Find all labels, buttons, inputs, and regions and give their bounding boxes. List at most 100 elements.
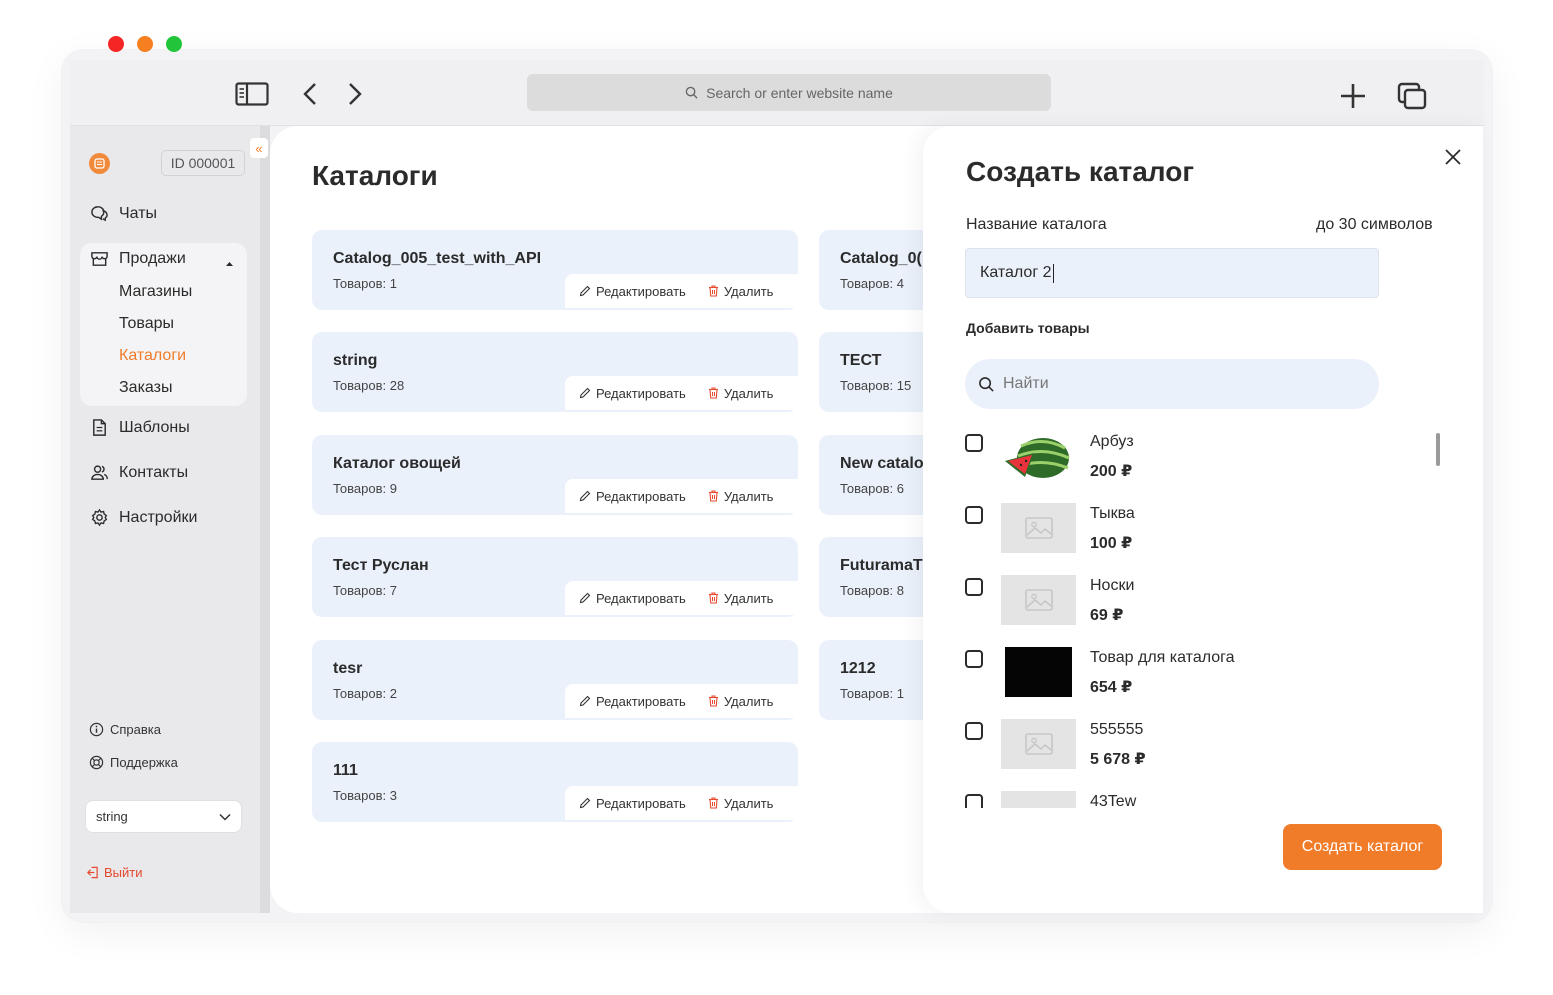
catalog-name: ТЕСТ <box>840 352 882 369</box>
product-item[interactable]: 43Tew <box>960 785 1430 808</box>
close-window-button[interactable] <box>108 36 124 52</box>
watermelon-image <box>1001 431 1076 481</box>
catalog-count: Товаров: 1 <box>333 276 397 291</box>
back-icon[interactable] <box>298 80 322 108</box>
product-item[interactable]: Арбуз 200 ₽ <box>960 425 1430 495</box>
catalog-card[interactable]: tesr Товаров: 2 Редактировать Удалить <box>312 640 798 720</box>
catalog-name-label: Название каталога <box>966 216 1107 233</box>
catalog-name-value: Каталог 2 <box>980 264 1052 281</box>
image-placeholder-icon <box>1001 575 1076 625</box>
catalog-card[interactable]: 111 Товаров: 3 Редактировать Удалить <box>312 742 798 822</box>
sidebar-item-label: Продажи <box>119 249 186 267</box>
account-id-badge: ID 000001 <box>161 150 245 176</box>
product-checkbox[interactable] <box>965 434 983 452</box>
sidebar-sub-shops[interactable]: Магазины <box>119 283 192 301</box>
product-item[interactable]: 555555 5 678 ₽ <box>960 713 1430 783</box>
caret-up-icon[interactable] <box>225 254 234 272</box>
sidebar-sub-catalogs[interactable]: Каталоги <box>119 347 186 365</box>
catalog-name: 111 <box>333 762 358 779</box>
catalog-card[interactable]: Каталог овощей Товаров: 9 Редактировать … <box>312 435 798 515</box>
maximize-window-button[interactable] <box>166 36 182 52</box>
product-checkbox[interactable] <box>965 506 983 524</box>
edit-catalog-button[interactable]: Редактировать <box>579 489 686 504</box>
edit-catalog-button[interactable]: Редактировать <box>579 796 686 811</box>
tabs-overview-icon[interactable] <box>1396 81 1428 111</box>
product-name: 43Tew <box>1090 793 1137 808</box>
product-item[interactable]: Товар для каталога 654 ₽ <box>960 641 1430 711</box>
product-item[interactable]: Тыква 100 ₽ <box>960 497 1430 567</box>
catalog-card[interactable]: Catalog_0( Товаров: 4 <box>819 230 923 310</box>
catalog-count: Товаров: 28 <box>333 378 405 393</box>
edit-label: Редактировать <box>596 488 686 504</box>
catalog-card[interactable]: 1212 Товаров: 1 <box>819 640 923 720</box>
catalog-name: Catalog_0( <box>840 250 922 267</box>
sidebar-scrollbar[interactable] <box>260 126 270 913</box>
edit-catalog-button[interactable]: Редактировать <box>579 694 686 709</box>
edit-label: Редактировать <box>596 590 686 606</box>
sidebar-sub-products[interactable]: Товары <box>119 315 174 333</box>
product-name: Арбуз <box>1090 433 1134 450</box>
delete-catalog-button[interactable]: Удалить <box>708 591 773 606</box>
edit-catalog-button[interactable]: Редактировать <box>579 386 686 401</box>
delete-catalog-button[interactable]: Удалить <box>708 386 773 401</box>
product-checkbox[interactable] <box>965 578 983 596</box>
product-checkbox[interactable] <box>965 650 983 668</box>
sidebar-item-label: Чаты <box>119 204 158 222</box>
help-link[interactable]: Справка <box>89 722 161 737</box>
edit-catalog-button[interactable]: Редактировать <box>579 591 686 606</box>
new-tab-icon[interactable] <box>1338 81 1368 111</box>
catalog-actions: Редактировать Удалить <box>565 376 798 410</box>
chevron-down-icon <box>219 813 231 821</box>
edit-label: Редактировать <box>596 693 686 709</box>
catalog-card[interactable]: Catalog_005_test_with_API Товаров: 1 Ред… <box>312 230 798 310</box>
gear-icon <box>91 508 108 527</box>
catalog-name-input[interactable]: Каталог 2 <box>965 248 1379 298</box>
close-icon[interactable] <box>1442 146 1464 168</box>
sidebar-item-templates[interactable]: Шаблоны <box>90 418 190 437</box>
support-label: Поддержка <box>110 755 178 770</box>
delete-catalog-button[interactable]: Удалить <box>708 694 773 709</box>
document-icon <box>93 419 106 436</box>
minimize-window-button[interactable] <box>137 36 153 52</box>
workspace-select[interactable]: string <box>85 800 242 833</box>
catalog-card[interactable]: Тест Руслан Товаров: 7 Редактировать Уда… <box>312 537 798 617</box>
sidebar-toggle-icon[interactable] <box>234 80 270 108</box>
catalog-name: FuturamaT <box>840 557 923 574</box>
catalog-card[interactable]: string Товаров: 28 Редактировать Удалить <box>312 332 798 412</box>
forward-icon[interactable] <box>343 80 367 108</box>
catalog-card[interactable]: ТЕСТ Товаров: 15 <box>819 332 923 412</box>
sidebar-item-chats[interactable]: Чаты <box>90 204 157 223</box>
product-checkbox[interactable] <box>965 722 983 740</box>
sidebar-item-settings[interactable]: Настройки <box>90 508 197 527</box>
product-checkbox[interactable] <box>965 794 983 808</box>
delete-catalog-button[interactable]: Удалить <box>708 796 773 811</box>
trash-icon <box>708 797 718 809</box>
add-products-label: Добавить товары <box>966 320 1090 336</box>
info-icon <box>89 722 104 737</box>
sidebar-sub-orders[interactable]: Заказы <box>119 379 172 397</box>
catalog-card[interactable]: FuturamaT Товаров: 8 <box>819 537 923 617</box>
catalog-count: Товаров: 8 <box>840 583 904 598</box>
catalog-card[interactable]: New catalo Товаров: 6 <box>819 435 923 515</box>
address-bar[interactable]: Search or enter website name <box>527 74 1051 111</box>
product-list-scrollbar[interactable] <box>1436 433 1440 466</box>
create-catalog-button[interactable]: Создать каталог <box>1283 824 1442 870</box>
sidebar-item-sales[interactable]: Продажи <box>90 249 186 268</box>
delete-label: Удалить <box>723 488 774 504</box>
catalog-name: Каталог овощей <box>333 455 461 472</box>
sidebar-item-contacts[interactable]: Контакты <box>90 463 188 482</box>
edit-catalog-button[interactable]: Редактировать <box>579 284 686 299</box>
edit-label: Редактировать <box>596 385 686 401</box>
logout-button[interactable]: Выйти <box>86 865 143 880</box>
catalog-count: Товаров: 2 <box>333 686 397 701</box>
delete-catalog-button[interactable]: Удалить <box>708 284 773 299</box>
support-link[interactable]: Поддержка <box>89 755 178 770</box>
image-placeholder-icon <box>1001 791 1076 808</box>
chat-icon <box>91 206 108 222</box>
collapse-sidebar-button[interactable]: « <box>250 138 268 158</box>
product-search-input[interactable]: Найти <box>965 359 1379 409</box>
pencil-icon <box>579 285 591 297</box>
catalog-count: Товаров: 15 <box>840 378 912 393</box>
product-item[interactable]: Носки 69 ₽ <box>960 569 1430 639</box>
delete-catalog-button[interactable]: Удалить <box>708 488 774 504</box>
